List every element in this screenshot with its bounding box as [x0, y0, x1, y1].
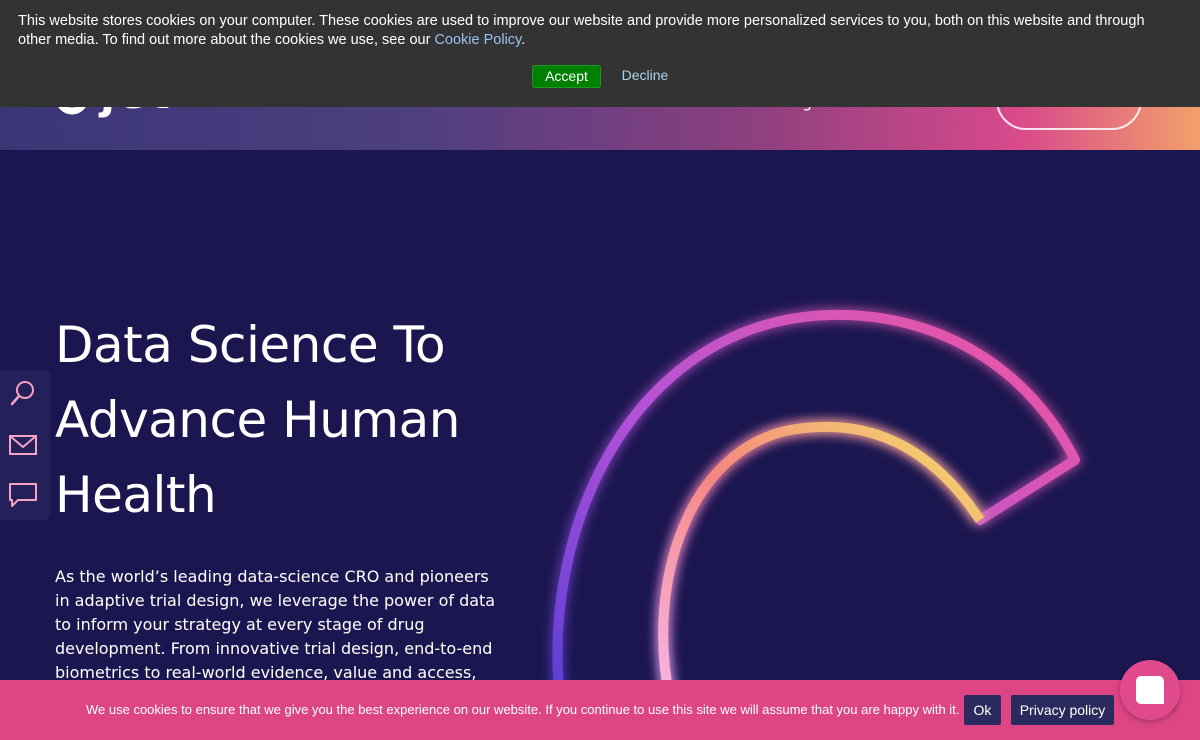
neon-ring-graphic	[552, 309, 1080, 700]
side-toolbar	[0, 370, 50, 520]
search-icon	[10, 381, 34, 406]
accept-cookies-button[interactable]: Accept	[532, 65, 601, 88]
cookie-notice-text: We use cookies to ensure that we give yo…	[86, 702, 960, 717]
side-email-button[interactable]	[8, 430, 38, 460]
privacy-policy-button[interactable]: Privacy policy	[1011, 695, 1114, 725]
cookie-policy-link[interactable]: Cookie Policy	[434, 32, 521, 48]
side-search-button[interactable]	[8, 378, 38, 408]
cookie-consent-message: This website stores cookies on your comp…	[18, 12, 1178, 50]
decline-cookies-button[interactable]: Decline	[614, 65, 676, 88]
hero-title-line-3: Health	[55, 466, 217, 524]
chat-widget-button[interactable]	[1120, 660, 1180, 720]
hero-title-line-2: Advance Human	[55, 391, 460, 449]
chat-bubble-icon	[1136, 676, 1164, 704]
side-chat-button[interactable]	[8, 480, 38, 510]
mail-icon	[9, 435, 37, 455]
hero-title: Data Science To Advance Human Health	[55, 308, 515, 533]
cookie-ok-button[interactable]: Ok	[964, 695, 1001, 725]
cookie-consent-text: This website stores cookies on your comp…	[18, 13, 1145, 48]
chat-icon	[9, 483, 37, 507]
hero-title-line-1: Data Science To	[55, 316, 446, 374]
cookie-policy-suffix: .	[521, 32, 526, 48]
cookie-consent-banner: This website stores cookies on your comp…	[0, 0, 1200, 107]
